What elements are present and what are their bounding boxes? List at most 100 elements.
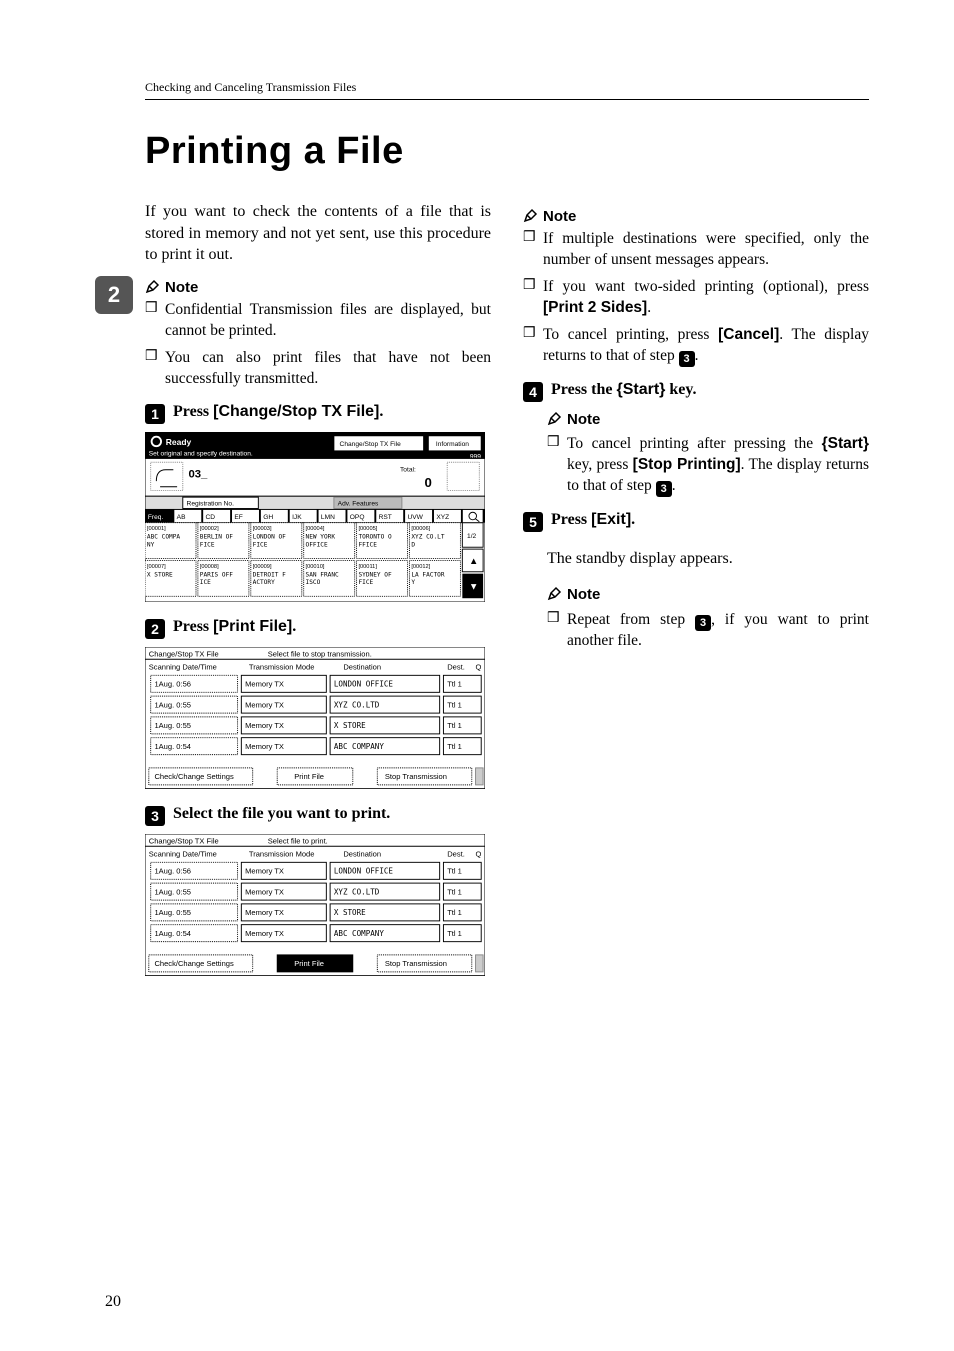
svg-text:1Aug. 0:54: 1Aug. 0:54 (154, 929, 191, 938)
svg-text:X STORE: X STORE (147, 572, 173, 579)
note-item: To cancel printing, press [Cancel]. The … (543, 325, 869, 367)
svg-text:XYZ CO.LT: XYZ CO.LT (411, 534, 445, 541)
svg-text:Destination: Destination (343, 663, 381, 672)
standby-text: The standby display appears. (547, 548, 869, 570)
svg-text:D: D (411, 542, 415, 549)
svg-text:1Aug. 0:55: 1Aug. 0:55 (154, 908, 191, 917)
intro-paragraph: If you want to check the contents of a f… (145, 201, 491, 266)
svg-text:Scanning Date/Time: Scanning Date/Time (149, 663, 217, 672)
svg-text:Ttl 1: Ttl 1 (447, 908, 462, 917)
svg-text:PARIS OFF: PARIS OFF (200, 572, 234, 579)
figure-ready-screen: Ready Set original and specify destinati… (145, 432, 491, 602)
start-key-label: Start (623, 381, 659, 398)
svg-text:XYZ CO.LTD: XYZ CO.LTD (334, 701, 380, 710)
svg-text:1Aug. 0:54: 1Aug. 0:54 (154, 742, 191, 751)
svg-text:▼: ▼ (469, 582, 478, 593)
svg-text:Select file to stop transmissi: Select file to stop transmission. (268, 650, 372, 659)
svg-text:Scanning Date/Time: Scanning Date/Time (149, 850, 217, 859)
step-4: 4 Press the {Start} key. (523, 381, 869, 402)
svg-text:Ttl 1: Ttl 1 (447, 742, 462, 751)
svg-text:Dest.: Dest. (447, 850, 465, 859)
svg-text:Check/Change Settings: Check/Change Settings (154, 773, 234, 782)
step-number-badge: 4 (523, 382, 543, 402)
step-number-badge: 3 (145, 806, 165, 826)
svg-text:Ready: Ready (166, 438, 192, 448)
svg-text:Stop Transmission: Stop Transmission (385, 959, 447, 968)
svg-text:Q: Q (476, 663, 482, 672)
svg-text:Transmission Mode: Transmission Mode (249, 850, 315, 859)
svg-text:Check/Change Settings: Check/Change Settings (154, 959, 234, 968)
svg-text:Q: Q (476, 850, 482, 859)
svg-text:1/2: 1/2 (467, 533, 477, 540)
svg-text:Destination: Destination (343, 850, 381, 859)
svg-text:ACTORY: ACTORY (253, 580, 275, 587)
svg-text:LONDON OFFICE: LONDON OFFICE (334, 680, 394, 689)
svg-text:Memory TX: Memory TX (245, 742, 284, 751)
note-item: To cancel printing after pressing the {S… (567, 434, 869, 497)
svg-text:TORONTO O: TORONTO O (358, 534, 392, 541)
svg-text:DETROIT F: DETROIT F (253, 572, 287, 579)
svg-text:RST: RST (379, 514, 392, 521)
step-1: 1 Press [Change/Stop TX File]. (145, 403, 491, 424)
svg-text:Memory TX: Memory TX (245, 867, 284, 876)
svg-text:ABC COMPANY: ABC COMPANY (334, 742, 384, 751)
svg-text:1Aug. 0:55: 1Aug. 0:55 (154, 722, 191, 731)
step-number-badge: 1 (145, 404, 165, 424)
svg-text:Memory TX: Memory TX (245, 908, 284, 917)
svg-text:FICE: FICE (253, 542, 268, 549)
note-item: If you want two-sided printing (optional… (543, 277, 869, 319)
note-item: Confidential Transmission files are disp… (165, 300, 491, 342)
svg-text:SYDNEY OF: SYDNEY OF (358, 572, 392, 579)
svg-text:AB: AB (177, 514, 186, 521)
svg-text:[00006]: [00006] (411, 527, 430, 533)
page-number: 20 (105, 1293, 121, 1311)
svg-text:FICE: FICE (358, 580, 373, 587)
step-5: 5 Press [Exit]. (523, 511, 869, 532)
svg-text:Registration No.: Registration No. (187, 501, 235, 508)
note-heading: Note (547, 585, 869, 605)
svg-text:Information: Information (436, 442, 469, 449)
svg-text:1Aug. 0:56: 1Aug. 0:56 (154, 867, 191, 876)
svg-text:ABC COMPA: ABC COMPA (147, 534, 181, 541)
pencil-icon (523, 207, 539, 223)
svg-text:[00011]: [00011] (358, 564, 377, 570)
step-number-badge: 2 (145, 619, 165, 639)
svg-text:LA FACTOR: LA FACTOR (411, 572, 445, 579)
svg-text:Memory TX: Memory TX (245, 722, 284, 731)
svg-text:ABC COMPANY: ABC COMPANY (334, 929, 384, 938)
svg-text:1Aug. 0:55: 1Aug. 0:55 (154, 888, 191, 897)
svg-text:Ttl 1: Ttl 1 (447, 929, 462, 938)
svg-text:[00012]: [00012] (411, 564, 430, 570)
svg-text:Print File: Print File (294, 959, 324, 968)
svg-text:Memory TX: Memory TX (245, 929, 284, 938)
note-heading: Note (547, 410, 869, 430)
svg-text:03_: 03_ (188, 469, 208, 481)
svg-text:LMN: LMN (321, 514, 335, 521)
svg-text:Transmission Mode: Transmission Mode (249, 663, 315, 672)
svg-text:Ttl 1: Ttl 1 (447, 722, 462, 731)
svg-text:[00008]: [00008] (200, 564, 219, 570)
print-file-label: [Print File] (213, 618, 292, 635)
step-2: 2 Press [Print File]. (145, 618, 491, 639)
svg-text:X STORE: X STORE (334, 722, 366, 731)
note-item: If multiple destinations were specified,… (543, 229, 869, 271)
svg-text:ICE: ICE (200, 580, 211, 587)
step-number-badge: 5 (523, 512, 543, 532)
svg-text:▲: ▲ (469, 557, 478, 568)
note-heading: Note (523, 207, 869, 225)
svg-text:0: 0 (425, 475, 432, 490)
svg-text:Memory TX: Memory TX (245, 888, 284, 897)
svg-text:FICE: FICE (200, 542, 215, 549)
svg-text:XYZ: XYZ (436, 514, 449, 521)
step-3: 3 Select the file you want to print. (145, 805, 491, 826)
svg-text:Total:: Total: (400, 467, 416, 474)
change-stop-tx-file-label: [Change/Stop TX File] (213, 403, 379, 420)
note-list: Confidential Transmission files are disp… (145, 300, 491, 390)
svg-text:OFFICE: OFFICE (306, 542, 328, 549)
pencil-icon (547, 410, 563, 426)
svg-text:Ttl 1: Ttl 1 (447, 888, 462, 897)
svg-text:[00005]: [00005] (358, 527, 377, 533)
svg-text:Memory TX: Memory TX (245, 701, 284, 710)
svg-text:NY: NY (147, 542, 155, 549)
svg-text:CD: CD (206, 514, 216, 521)
